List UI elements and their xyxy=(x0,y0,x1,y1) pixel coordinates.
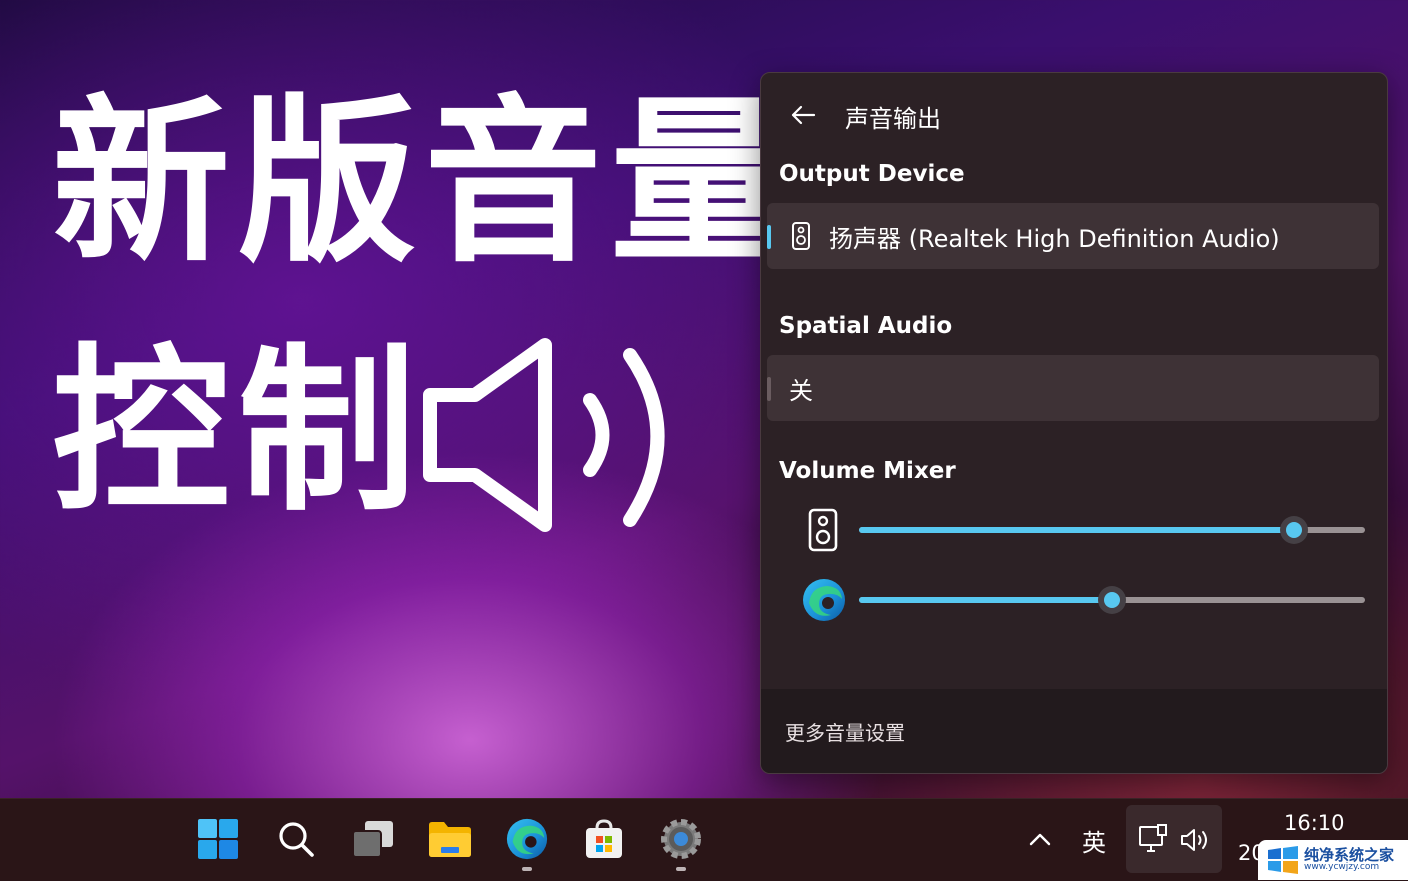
output-device-item[interactable]: 扬声器 (Realtek High Definition Audio) xyxy=(767,203,1379,269)
mixer-row-system xyxy=(761,505,1387,555)
spatial-audio-heading: Spatial Audio xyxy=(779,313,953,339)
watermark-logo-icon xyxy=(1268,846,1298,874)
slider-fill xyxy=(859,597,1112,603)
file-explorer-icon xyxy=(429,822,471,857)
network-volume-tray-button[interactable] xyxy=(1126,805,1222,873)
unselected-indicator xyxy=(767,377,771,401)
settings-icon xyxy=(661,819,701,859)
running-indicator xyxy=(676,867,686,871)
task-view-button[interactable] xyxy=(347,813,399,865)
spatial-audio-value: 关 xyxy=(789,377,813,405)
network-icon xyxy=(1139,824,1167,852)
panel-footer: 更多音量设置 xyxy=(761,689,1387,773)
chevron-up-icon xyxy=(1029,833,1051,846)
slider-thumb[interactable] xyxy=(1280,516,1309,544)
running-indicator xyxy=(522,867,532,871)
hero-speaker-icon xyxy=(423,338,665,532)
back-button[interactable] xyxy=(783,95,823,135)
start-button[interactable] xyxy=(192,813,244,865)
system-volume-slider[interactable] xyxy=(859,516,1365,544)
sound-output-panel: 声音输出 Output Device 扬声器 (Realtek High Def… xyxy=(760,72,1388,774)
arrow-left-icon xyxy=(791,105,816,125)
settings-button[interactable] xyxy=(655,813,707,871)
spatial-audio-item[interactable]: 关 xyxy=(767,355,1379,421)
speaker-device-icon xyxy=(792,222,810,250)
hero-title-line1: 新版音量 xyxy=(52,79,796,286)
watermark-subtitle: www.ycwjzy.com xyxy=(1304,862,1380,872)
store-button[interactable] xyxy=(578,813,630,865)
more-volume-settings-link[interactable]: 更多音量设置 xyxy=(785,717,905,746)
watermark: 纯净系统之家 www.ycwjzy.com xyxy=(1258,840,1408,880)
store-icon xyxy=(586,819,622,858)
panel-header: 声音输出 xyxy=(761,73,1387,153)
task-view-icon xyxy=(352,821,393,858)
edge-volume-slider[interactable] xyxy=(859,586,1365,614)
volume-icon xyxy=(1181,829,1207,851)
edge-taskbar-button[interactable] xyxy=(501,813,553,871)
file-explorer-button[interactable] xyxy=(424,813,476,865)
show-hidden-icons-button[interactable] xyxy=(1018,813,1062,865)
edge-icon xyxy=(506,818,548,860)
mixer-row-edge xyxy=(761,575,1387,625)
search-icon xyxy=(279,822,314,857)
slider-thumb[interactable] xyxy=(1098,586,1126,614)
hero-title-line2: 控制 xyxy=(52,328,424,535)
edge-icon xyxy=(803,579,845,621)
panel-title: 声音输出 xyxy=(845,105,941,133)
search-button[interactable] xyxy=(270,813,322,865)
output-device-label: 扬声器 (Realtek High Definition Audio) xyxy=(829,225,1280,253)
slider-fill xyxy=(859,527,1295,533)
speaker-icon xyxy=(808,508,838,552)
volume-mixer-heading: Volume Mixer xyxy=(779,458,956,484)
taskbar: 英 16:10 20 xyxy=(0,798,1408,881)
selected-indicator xyxy=(767,225,771,249)
output-device-heading: Output Device xyxy=(779,161,965,187)
windows-start-icon xyxy=(198,819,238,859)
clock-time[interactable]: 16:10 xyxy=(1284,811,1345,835)
ime-indicator[interactable]: 英 xyxy=(1082,823,1106,858)
